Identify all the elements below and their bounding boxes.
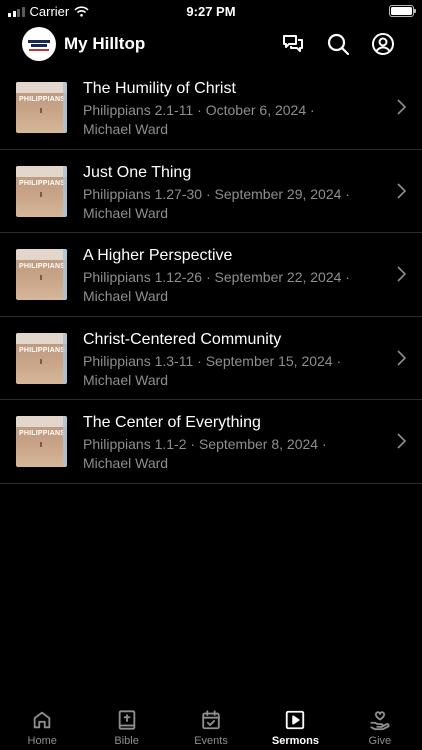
- give-icon: [370, 711, 390, 731]
- calendar-icon: [202, 710, 220, 730]
- chevron-right-icon: [397, 433, 406, 449]
- tab-give[interactable]: Give: [338, 701, 422, 750]
- tab-sermons[interactable]: Sermons: [253, 701, 337, 750]
- sermon-meta: Philippians 2.1-11 · October 6, 2024 · Mi…: [83, 102, 315, 137]
- chevron-right-icon: [397, 99, 406, 115]
- sermon-title: The Humility of Christ: [83, 80, 236, 97]
- sermon-thumbnail: PHILIPPIANS: [16, 165, 67, 217]
- sermon-reference: Philippians 1.1-2: [83, 436, 187, 452]
- sermon-row[interactable]: PHILIPPIANS The Center of Everything Phi…: [0, 400, 422, 484]
- sermon-row[interactable]: PHILIPPIANS Christ-Centered Community Ph…: [0, 317, 422, 400]
- sermon-row[interactable]: PHILIPPIANS The Humility of Christ Phili…: [0, 66, 422, 150]
- chevron-right-icon: [397, 349, 406, 366]
- bible-icon: [118, 710, 135, 730]
- tab-bible[interactable]: Bible: [84, 701, 168, 750]
- search-button[interactable]: [326, 32, 350, 56]
- chevron-right-icon: [397, 182, 406, 199]
- sermon-reference: Philippians 1.12-26: [83, 269, 203, 285]
- sermon-title: The Center of Everything: [83, 414, 261, 431]
- sermon-meta: Philippians 1.1-2 · September 8, 2024 · M…: [83, 436, 327, 471]
- sermon-reference: Philippians 1.27-30: [83, 185, 203, 202]
- tab-label: Events: [194, 735, 228, 747]
- tab-bar: Home Bible Events Sermons Give: [0, 701, 422, 750]
- status-time: 9:27 PM: [186, 4, 236, 19]
- tab-label: Home: [27, 735, 57, 747]
- thumbnail-text: PHILIPPIANS: [19, 96, 66, 103]
- sermon-row[interactable]: PHILIPPIANS A Higher Perspective Philipp…: [0, 233, 422, 317]
- thumbnail-text: PHILIPPIANS: [19, 263, 66, 270]
- tab-label: Bible: [114, 735, 139, 747]
- app-title: My Hilltop: [64, 34, 146, 53]
- thumbnail-text: PHILIPPIANS: [19, 346, 66, 354]
- thumbnail-text: PHILIPPIANS: [19, 430, 66, 437]
- sermon-title: Just One Thing: [83, 163, 192, 181]
- sermon-speaker: Michael Ward: [83, 121, 169, 137]
- sermon-title: Christ-Centered Community: [83, 330, 282, 348]
- sermon-date: September 8, 2024: [198, 436, 319, 452]
- sermon-speaker: Michael Ward: [83, 288, 169, 304]
- battery-icon: [389, 5, 416, 17]
- sermon-thumbnail: PHILIPPIANS: [16, 82, 67, 133]
- sermon-date: September 29, 2024: [214, 185, 342, 202]
- sermon-speaker: Michael Ward: [83, 204, 169, 221]
- sermon-row[interactable]: PHILIPPIANS Just One Thing Philippians 1…: [0, 150, 422, 233]
- app-header: My Hilltop: [0, 22, 422, 66]
- sermon-reference: Philippians 2.1-11: [83, 102, 194, 118]
- sermon-reference: Philippians 1.3-11: [83, 352, 194, 369]
- profile-icon: [372, 33, 394, 55]
- sermon-speaker: Michael Ward: [83, 455, 169, 471]
- sermon-meta: Philippians 1.27-30 · September 29, 2024…: [83, 185, 350, 221]
- tab-home[interactable]: Home: [0, 701, 84, 750]
- sermon-speaker: Michael Ward: [83, 371, 169, 388]
- church-logo[interactable]: [22, 27, 56, 61]
- thumbnail-text: PHILIPPIANS: [19, 179, 66, 187]
- sermon-date: September 22, 2024: [214, 269, 342, 285]
- sermon-thumbnail: PHILIPPIANS: [16, 332, 67, 384]
- sermon-meta: Philippians 1.12-26 · September 22, 2024…: [83, 269, 350, 304]
- sermon-date: September 15, 2024: [205, 352, 333, 369]
- profile-button[interactable]: [371, 32, 395, 56]
- status-bar: Carrier 9:27 PM: [0, 0, 422, 22]
- sermon-list: PHILIPPIANS The Humility of Christ Phili…: [0, 66, 422, 484]
- sermon-thumbnail: PHILIPPIANS: [16, 249, 67, 300]
- chat-button[interactable]: [281, 32, 305, 56]
- play-icon: [286, 710, 305, 730]
- sermon-date: October 6, 2024: [205, 102, 307, 118]
- home-icon: [33, 711, 51, 729]
- search-icon: [327, 33, 350, 56]
- sermon-meta: Philippians 1.3-11 · September 15, 2024 …: [83, 352, 342, 388]
- sermon-title: A Higher Perspective: [83, 247, 233, 264]
- tab-events[interactable]: Events: [169, 701, 253, 750]
- tab-label: Give: [368, 735, 392, 747]
- chevron-right-icon: [397, 266, 406, 282]
- chat-icon: [283, 35, 303, 52]
- tab-label: Sermons: [271, 735, 319, 747]
- sermon-thumbnail: PHILIPPIANS: [16, 416, 67, 467]
